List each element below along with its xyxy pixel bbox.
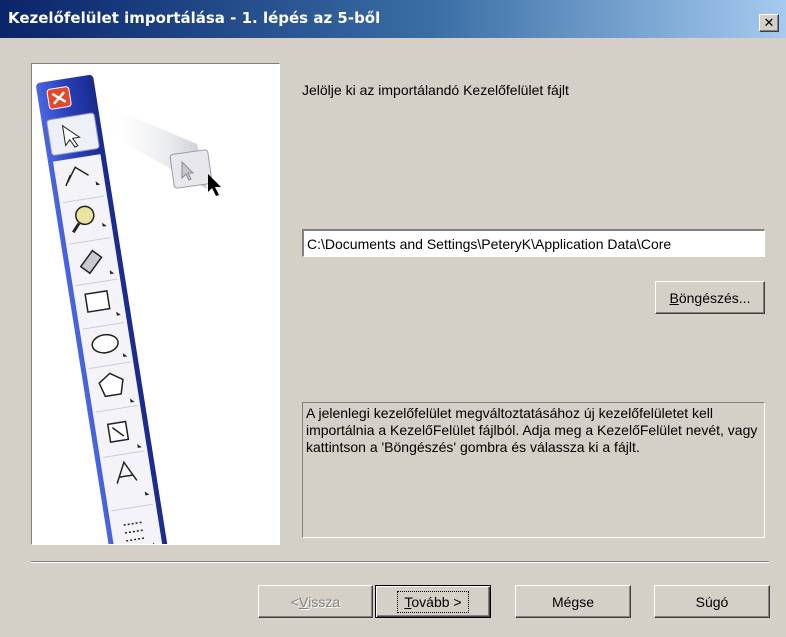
instruction-label: Jelölje ki az importálandó Kezelőfelület… <box>302 82 569 98</box>
description-box: A jelenlegi kezelőfelület megváltoztatás… <box>302 402 765 538</box>
wizard-illustration <box>31 63 280 545</box>
workspace-file-path-input[interactable] <box>302 229 765 257</box>
browse-label: öngészés... <box>678 289 751 306</box>
cancel-button[interactable]: Mégse <box>515 585 631 618</box>
footer-separator <box>31 561 769 563</box>
import-workspace-dialog: Kezelőfelület importálása - 1. lépés az … <box>0 0 786 637</box>
back-prefix: < <box>290 593 299 610</box>
window-title: Kezelőfelület importálása - 1. lépés az … <box>8 9 381 27</box>
title-bar[interactable]: Kezelőfelület importálása - 1. lépés az … <box>0 0 786 38</box>
next-button[interactable]: Tovább > <box>375 585 491 618</box>
browse-button[interactable]: Böngészés... <box>655 281 765 314</box>
help-button[interactable]: Súgó <box>654 585 770 618</box>
next-focus-ring: Tovább > <box>397 590 469 613</box>
description-text: A jelenlegi kezelőfelület megváltoztatás… <box>306 405 758 455</box>
toolbox-illustration-icon <box>36 74 221 544</box>
browse-mnemonic: B <box>669 289 679 306</box>
back-mnemonic: V <box>298 593 309 610</box>
close-icon: ✕ <box>763 15 775 31</box>
back-label: issza <box>308 593 341 610</box>
close-button[interactable]: ✕ <box>759 14 779 32</box>
next-label: ovább > <box>411 593 462 610</box>
help-label: Súgó <box>695 593 729 610</box>
cancel-label: Mégse <box>551 593 595 610</box>
back-button[interactable]: < Vissza <box>258 585 373 618</box>
